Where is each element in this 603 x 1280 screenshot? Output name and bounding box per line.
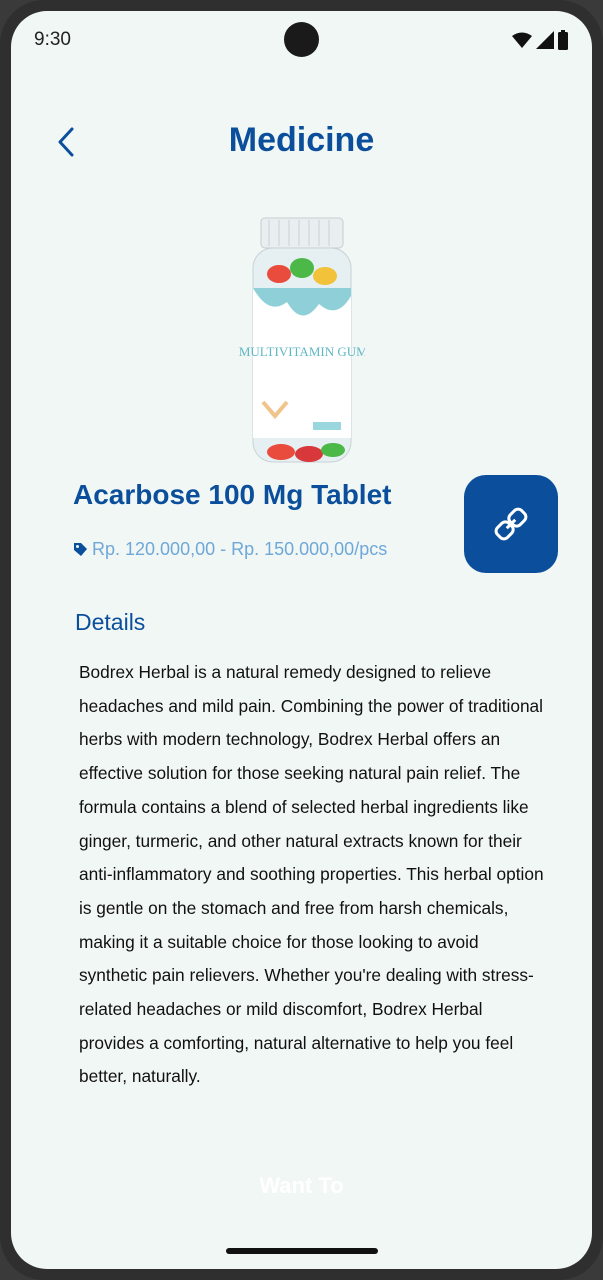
- link-icon: [494, 507, 528, 541]
- page-title: Medicine: [228, 121, 375, 159]
- product-name: Acarbose 100 Mg Tablet: [73, 479, 392, 510]
- status-time: 9:30: [34, 29, 71, 50]
- product-bottle-illustration: KIDS MULTIVITAMIN GUMMIES: [205, 217, 399, 463]
- app-header: Medicine: [11, 111, 592, 171]
- status-icons: [512, 30, 568, 50]
- product-description: Bodrex Herbal is a natural remedy design…: [79, 662, 544, 1087]
- wifi-icon: [512, 32, 532, 48]
- home-indicator[interactable]: [226, 1248, 378, 1254]
- product-image-caption: KIDS MULTIVITAMIN GUMMIES: [239, 344, 365, 359]
- status-bar: 9:30: [11, 11, 592, 69]
- battery-icon: [558, 30, 568, 50]
- product-image: KIDS MULTIVITAMIN GUMMIES: [205, 216, 399, 466]
- signal-icon: [536, 31, 554, 49]
- price-text: Rp. 120.000,00 - Rp. 150.000,00/pcs: [92, 539, 388, 559]
- share-link-button[interactable]: [464, 475, 558, 573]
- details-heading: Details: [75, 609, 146, 635]
- device-frame: 9:30 Medicine MULTIVITAMIN GUM Acarbose …: [0, 0, 603, 1280]
- tag-icon: [74, 543, 87, 556]
- price-range: Rp. 120.000,00 - Rp. 150.000,00/pcs: [73, 539, 387, 560]
- want-to-button-label[interactable]: Want To: [11, 1173, 592, 1199]
- camera-cutout: [284, 22, 319, 57]
- screen: 9:30 Medicine MULTIVITAMIN GUM Acarbose …: [11, 11, 592, 1269]
